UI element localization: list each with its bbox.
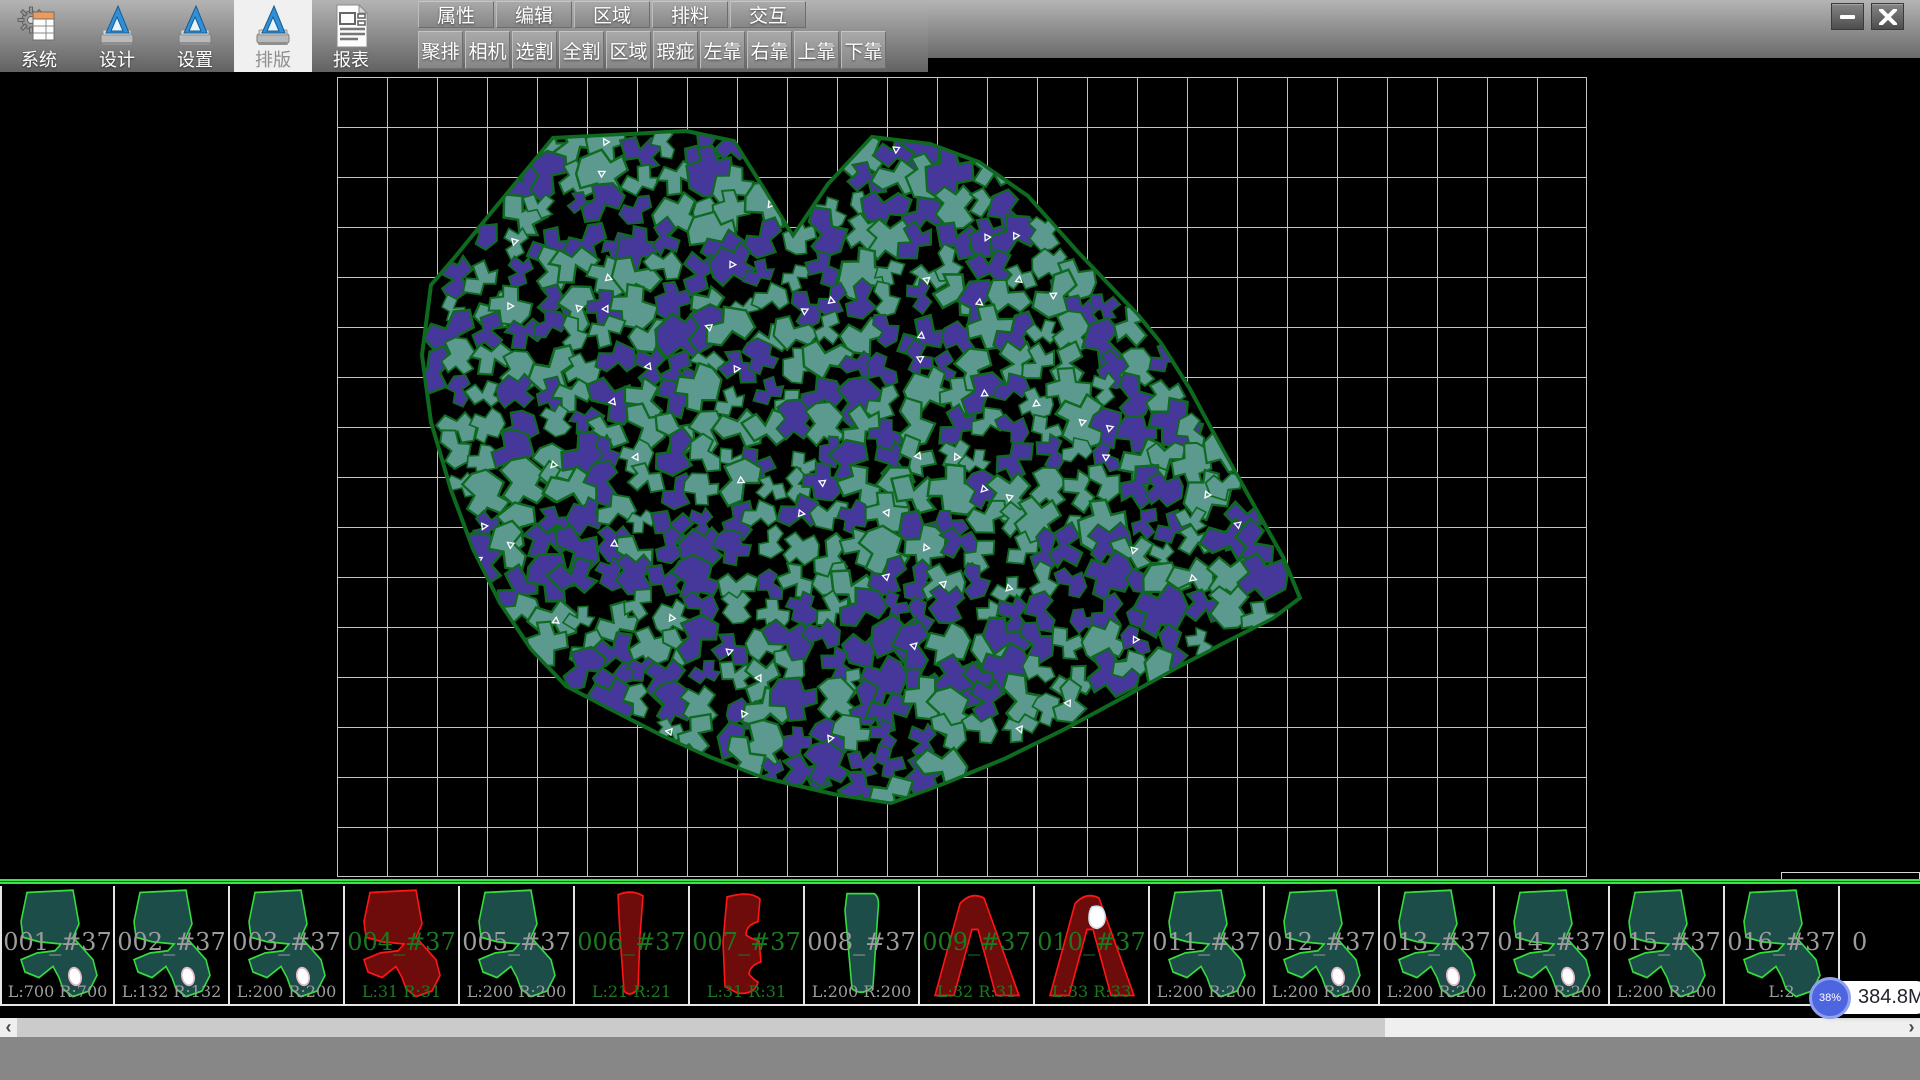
system-icon bbox=[16, 3, 62, 49]
btn-snap-top[interactable]: 上靠 bbox=[794, 31, 839, 69]
piece-name: 015_#37 bbox=[1610, 928, 1723, 956]
scroll-left-arrow[interactable]: ‹ bbox=[0, 1018, 17, 1037]
piece-lr-count: L:200 R:200 bbox=[1610, 982, 1723, 1001]
close-icon bbox=[1879, 9, 1897, 25]
tab-label: 报表 bbox=[333, 50, 369, 70]
btn-region[interactable]: 区域 bbox=[606, 31, 651, 69]
piece-name: 005_#37 bbox=[460, 928, 573, 956]
piece-thumbnail-014[interactable]: 014_#37 L:200 R:200 bbox=[1495, 886, 1610, 1004]
menu-nesting[interactable]: 排料 bbox=[652, 1, 728, 28]
piece-name: 0 bbox=[1840, 928, 1920, 956]
piece-thumbnail-013[interactable]: 013_#37 L:200 R:200 bbox=[1380, 886, 1495, 1004]
piece-thumbnail-strip: 001_#37 L:700 R:700 002_#37 L:132 R:132 … bbox=[0, 886, 1920, 1006]
horizontal-scrollbar[interactable]: ‹ › bbox=[0, 1018, 1920, 1037]
btn-snap-right[interactable]: 右靠 bbox=[747, 31, 792, 69]
main-tab-bar: 系统 设计 设置 排版 报表 bbox=[0, 0, 390, 72]
piece-thumbnail-002[interactable]: 002_#37 L:132 R:132 bbox=[115, 886, 230, 1004]
piece-name: 001_#37 bbox=[2, 928, 113, 956]
tab-settings[interactable]: 设置 bbox=[156, 0, 234, 72]
piece-name: 016_#37 bbox=[1725, 928, 1838, 956]
piece-thumbnail-012[interactable]: 012_#37 L:200 R:200 bbox=[1265, 886, 1380, 1004]
piece-thumbnail-015[interactable]: 015_#37 L:200 R:200 bbox=[1610, 886, 1725, 1004]
piece-lr-count: L:200 R:200 bbox=[1380, 982, 1493, 1001]
tab-label: 系统 bbox=[21, 50, 57, 70]
piece-lr-count: L:700 R:700 bbox=[2, 982, 113, 1001]
scroll-right-arrow[interactable]: › bbox=[1903, 1018, 1920, 1037]
piece-thumbnail-004[interactable]: 004_#37 L:31 R:31 bbox=[345, 886, 460, 1004]
tab-label: 排版 bbox=[255, 50, 291, 70]
piece-lr-count: L:200 R:200 bbox=[1495, 982, 1608, 1001]
piece-name: 004_#37 bbox=[345, 928, 458, 956]
btn-camera[interactable]: 相机 bbox=[465, 31, 510, 69]
piece-thumbnail-001[interactable]: 001_#37 L:700 R:700 bbox=[0, 886, 115, 1004]
btn-snap-left[interactable]: 左靠 bbox=[700, 31, 745, 69]
report-icon bbox=[328, 3, 374, 49]
tab-nesting[interactable]: 排版 bbox=[234, 0, 312, 72]
piece-lr-count: L:31 R:31 bbox=[690, 982, 803, 1001]
piece-name: 003_#37 bbox=[230, 928, 343, 956]
minimize-button[interactable] bbox=[1831, 3, 1864, 30]
piece-thumbnail-007[interactable]: 007_#37 L:31 R:31 bbox=[690, 886, 805, 1004]
menu-properties[interactable]: 属性 bbox=[418, 1, 494, 28]
piece-name: 007_#37 bbox=[690, 928, 803, 956]
piece-lr-count: L:200 R:200 bbox=[1265, 982, 1378, 1001]
strip-separator-line bbox=[0, 879, 1920, 884]
status-bar bbox=[0, 1037, 1920, 1080]
menu-row-1: 属性编辑区域排料交互 bbox=[418, 1, 888, 28]
menu-interact[interactable]: 交互 bbox=[730, 1, 806, 28]
piece-name: 008_#37 bbox=[805, 928, 918, 956]
piece-name: 013_#37 bbox=[1380, 928, 1493, 956]
menu-edit[interactable]: 编辑 bbox=[496, 1, 572, 28]
piece-thumbnail-008[interactable]: 008_#37 L:200 R:200 bbox=[805, 886, 920, 1004]
piece-lr-count: L:32 R:31 bbox=[920, 982, 1033, 1001]
piece-thumbnail-010[interactable]: 010_#37 L:33 R:33 bbox=[1035, 886, 1150, 1004]
tab-report[interactable]: 报表 bbox=[312, 0, 390, 72]
btn-select-cut[interactable]: 选割 bbox=[512, 31, 557, 69]
btn-snap-bottom[interactable]: 下靠 bbox=[841, 31, 886, 69]
piece-lr-count: L:31 R:31 bbox=[345, 982, 458, 1001]
close-button[interactable] bbox=[1871, 3, 1904, 30]
btn-cluster-nest[interactable]: 聚排 bbox=[418, 31, 463, 69]
piece-name: 010_#37 bbox=[1035, 928, 1148, 956]
progress-circle: 38% bbox=[1809, 977, 1851, 1019]
tab-label: 设置 bbox=[177, 50, 213, 70]
tab-design[interactable]: 设计 bbox=[78, 0, 156, 72]
piece-thumbnail-005[interactable]: 005_#37 L:200 R:200 bbox=[460, 886, 575, 1004]
menu-region[interactable]: 区域 bbox=[574, 1, 650, 28]
btn-defect[interactable]: 瑕疵 bbox=[653, 31, 698, 69]
settings-ruler-icon bbox=[172, 3, 218, 49]
piece-name: 009_#37 bbox=[920, 928, 1033, 956]
piece-lr-count: L:33 R:33 bbox=[1035, 982, 1148, 1001]
tab-label: 设计 bbox=[99, 50, 135, 70]
tab-system[interactable]: 系统 bbox=[0, 0, 78, 72]
menu-area: 属性编辑区域排料交互 聚排相机选割全割区域瑕疵左靠右靠上靠下靠 bbox=[418, 1, 888, 69]
window-controls bbox=[1831, 3, 1904, 30]
menu-row-2: 聚排相机选割全割区域瑕疵左靠右靠上靠下靠 bbox=[418, 31, 888, 69]
piece-name: 011_#37 bbox=[1150, 928, 1263, 956]
piece-lr-count: L:200 R:200 bbox=[805, 982, 918, 1001]
piece-name: 006_#37 bbox=[575, 928, 688, 956]
piece-lr-count: L:132 R:132 bbox=[115, 982, 228, 1001]
leather-hide-canvas[interactable] bbox=[337, 77, 1587, 877]
piece-thumbnail-006[interactable]: 006_#37 L:21 R:21 bbox=[575, 886, 690, 1004]
btn-cut-all[interactable]: 全割 bbox=[559, 31, 604, 69]
piece-name: 012_#37 bbox=[1265, 928, 1378, 956]
nesting-ruler-icon bbox=[250, 3, 296, 49]
application-window: 系统 设计 设置 排版 报表 属性编辑区域排料交互 bbox=[0, 0, 1920, 1080]
piece-lr-count: L:200 R:200 bbox=[230, 982, 343, 1001]
piece-lr-count: L:200 R:200 bbox=[1150, 982, 1263, 1001]
piece-thumbnail-009[interactable]: 009_#37 L:32 R:31 bbox=[920, 886, 1035, 1004]
piece-lr-count: L:200 R:200 bbox=[460, 982, 573, 1001]
piece-name: 002_#37 bbox=[115, 928, 228, 956]
scrollbar-thumb[interactable] bbox=[17, 1018, 1385, 1037]
piece-thumbnail-011[interactable]: 011_#37 L:200 R:200 bbox=[1150, 886, 1265, 1004]
minimize-icon bbox=[1840, 15, 1855, 19]
piece-thumbnail-003[interactable]: 003_#37 L:200 R:200 bbox=[230, 886, 345, 1004]
piece-name: 014_#37 bbox=[1495, 928, 1608, 956]
piece-lr-count: L:21 R:21 bbox=[575, 982, 688, 1001]
design-ruler-icon bbox=[94, 3, 140, 49]
